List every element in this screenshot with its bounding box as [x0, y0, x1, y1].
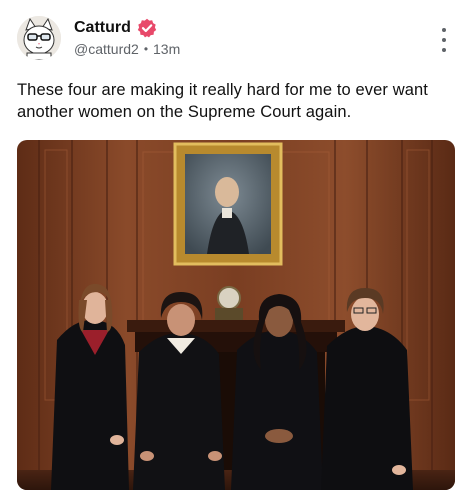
post-card: Catturd @catturd2 • 13m These four are m…	[0, 0, 472, 500]
more-dot	[442, 48, 446, 52]
post-timestamp[interactable]: 13m	[153, 41, 180, 57]
post-photo[interactable]	[17, 140, 455, 490]
cat-avatar-icon	[17, 16, 61, 60]
more-dot	[442, 38, 446, 42]
verified-badge-icon	[137, 18, 157, 38]
author-handle[interactable]: @catturd2	[74, 41, 139, 57]
avatar[interactable]	[17, 16, 61, 60]
meta-separator: •	[143, 42, 149, 56]
post-text: These four are making it really hard for…	[17, 81, 428, 121]
post-meta: @catturd2 • 13m	[74, 41, 180, 57]
group-photo-image	[17, 140, 455, 490]
author-display-name[interactable]: Catturd	[74, 19, 131, 37]
author-name-row: Catturd	[74, 17, 157, 39]
more-dot	[442, 28, 446, 32]
more-options-icon[interactable]	[438, 28, 450, 52]
